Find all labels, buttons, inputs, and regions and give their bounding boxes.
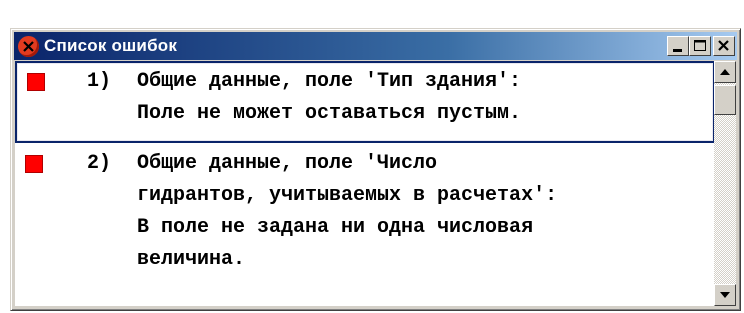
- minimize-button[interactable]: [667, 36, 689, 56]
- arrow-up-icon: [720, 69, 730, 75]
- arrow-down-icon: [720, 292, 730, 298]
- scroll-down-button[interactable]: [714, 284, 736, 306]
- vertical-scrollbar[interactable]: [714, 61, 736, 306]
- minimize-icon: [673, 49, 682, 52]
- window-title: Список ошибок: [44, 36, 178, 55]
- title-bar[interactable]: Список ошибок: [14, 32, 737, 60]
- error-text-line: Общие данные, поле 'Число: [137, 152, 438, 175]
- error-item-2[interactable]: 2) Общие данные, поле 'Число гидрантов, …: [15, 143, 715, 311]
- error-number: 1): [87, 70, 112, 93]
- error-list-window: Список ошибок 1) Общие данные, поле 'Тип…: [10, 28, 741, 311]
- error-list: 1) Общие данные, поле 'Тип здания': Поле…: [15, 61, 715, 306]
- error-marker-icon: [25, 155, 43, 173]
- error-item-1[interactable]: 1) Общие данные, поле 'Тип здания': Поле…: [15, 61, 715, 143]
- close-icon: [718, 40, 729, 51]
- maximize-icon: [694, 40, 706, 51]
- scroll-thumb[interactable]: [714, 85, 736, 115]
- no-entry-icon: [18, 35, 39, 57]
- error-text-line: Общие данные, поле 'Тип здания':: [137, 70, 522, 93]
- error-text-line: В поле не задана ни одна числовая: [137, 216, 534, 239]
- maximize-button[interactable]: [689, 36, 711, 56]
- error-text-line: величина.: [137, 248, 246, 271]
- scroll-up-button[interactable]: [714, 61, 736, 83]
- error-number: 2): [87, 152, 112, 175]
- error-text-line: Поле не может оставаться пустым.: [137, 102, 522, 125]
- error-marker-icon: [27, 73, 45, 91]
- close-button[interactable]: [713, 36, 735, 56]
- error-text-line: гидрантов, учитываемых в расчетах':: [137, 184, 558, 207]
